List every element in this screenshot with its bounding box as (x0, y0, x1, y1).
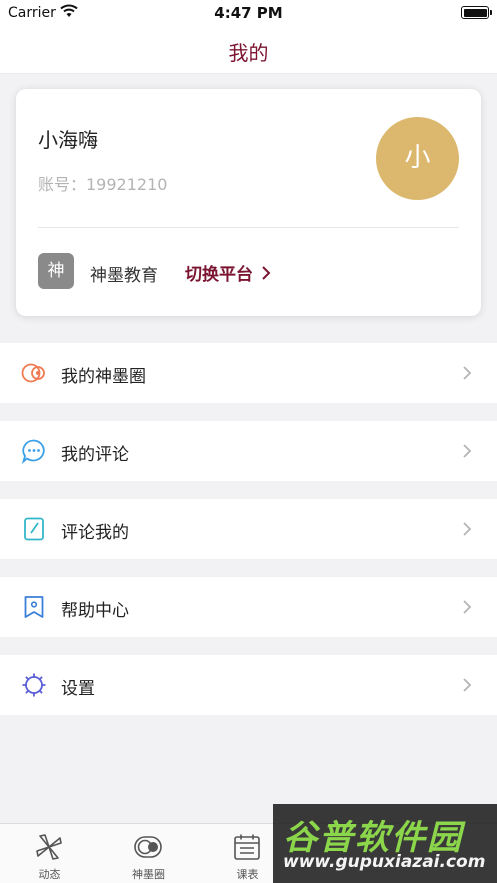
speech-bubble-icon (21, 439, 45, 464)
gear-icon (22, 673, 46, 697)
watermark: 谷普软件园 www.gupuxiazai.com (273, 804, 497, 883)
card-divider (38, 227, 459, 228)
circle-chat-icon (21, 363, 45, 383)
menu-item-label: 评论我的 (61, 523, 129, 543)
tab-label: 动态 (38, 868, 61, 881)
nav-bar: 我的 (0, 26, 497, 74)
avatar[interactable]: 小 (376, 117, 459, 200)
chevron-right-icon (463, 678, 472, 692)
menu-item-label: 我的评论 (61, 445, 129, 465)
pinwheel-icon (36, 834, 62, 860)
chevron-right-icon (463, 522, 472, 536)
clock: 4:47 PM (214, 4, 283, 22)
tab-feed[interactable]: 动态 (0, 824, 99, 883)
tab-label: 神墨圈 (132, 868, 165, 881)
tab-circle[interactable]: 神墨圈 (99, 824, 198, 883)
account-number: 账号：19921210 (38, 175, 168, 194)
chevron-right-icon (463, 444, 472, 458)
user-name: 小海嗨 (38, 128, 98, 152)
calendar-icon (234, 834, 260, 860)
menu-item-comments-on-me[interactable]: 评论我的 (0, 499, 497, 559)
org-name: 神墨教育 (90, 266, 158, 286)
battery-icon (461, 6, 492, 19)
menu-item-help-center[interactable]: 帮助中心 (0, 577, 497, 637)
menu-item-label: 帮助中心 (61, 601, 129, 621)
chevron-right-icon (463, 366, 472, 380)
edit-note-icon (24, 517, 44, 541)
status-bar: Carrier 4:47 PM (0, 0, 497, 26)
menu-item-my-circle[interactable]: 我的神墨圈 (0, 343, 497, 403)
switch-platform-button[interactable]: 切换平台 (185, 260, 253, 285)
bookmark-pin-icon (24, 596, 44, 618)
menu-item-settings[interactable]: 设置 (0, 655, 497, 715)
watermark-url: www.gupuxiazai.com (283, 852, 486, 872)
profile-card: 小海嗨 账号：19921210 小 神 神墨教育 切换平台 (16, 89, 481, 316)
menu-item-label: 设置 (61, 679, 95, 699)
page-title: 我的 (228, 41, 269, 65)
chevron-right-icon (463, 600, 472, 614)
menu-item-my-comments[interactable]: 我的评论 (0, 421, 497, 481)
org-badge: 神 (38, 253, 74, 289)
menu-item-label: 我的神墨圈 (61, 367, 146, 387)
toggle-circle-icon (134, 836, 162, 858)
chevron-right-icon (262, 266, 271, 280)
